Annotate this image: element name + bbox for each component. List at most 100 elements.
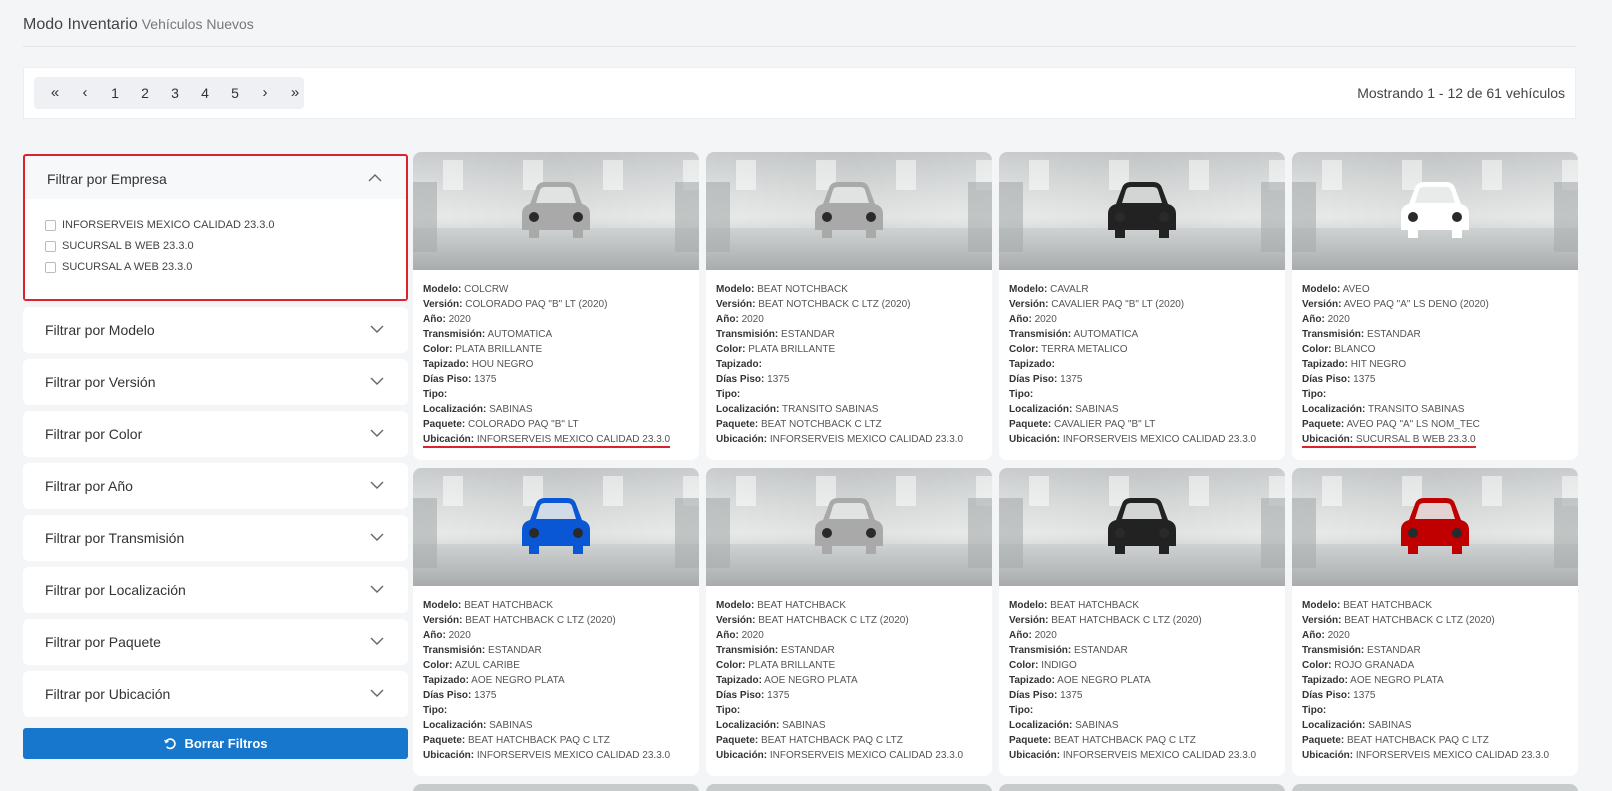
spec-paquete: Paquete: COLORADO PAQ "B" LT: [423, 417, 689, 432]
spec-tapizado: Tapizado:: [1009, 357, 1275, 372]
vehicle-specs: Modelo: BEAT HATCHBACK Versión: BEAT HATC…: [706, 586, 992, 763]
spec-modelo: Modelo: BEAT HATCHBACK: [1302, 598, 1568, 613]
filter-transmision[interactable]: Filtrar por Transmisión: [23, 515, 408, 561]
spec-anio: Año: 2020: [716, 628, 982, 643]
spec-transmision: Transmisión: ESTANDAR: [716, 327, 982, 342]
spec-label: Paquete:: [1009, 419, 1052, 430]
vehicle-specs: Modelo: BEAT NOTCHBACK Versión: BEAT NOTC…: [706, 270, 992, 447]
filter-ubicacion[interactable]: Filtrar por Ubicación: [23, 671, 408, 717]
spec-dias: Días Piso: 1375: [716, 372, 982, 387]
spec-value: INFORSERVEIS MEXICO CALIDAD 23.3.0: [1355, 750, 1550, 761]
prev-page-button[interactable]: ‹: [70, 77, 100, 109]
spec-value: COLORADO PAQ "B" LT: [468, 419, 579, 430]
spec-label: Localización:: [1009, 720, 1073, 731]
chevron-down-icon: [370, 533, 384, 541]
spec-label: Transmisión:: [1009, 329, 1072, 340]
first-page-button[interactable]: «: [40, 77, 70, 109]
vehicle-card[interactable]: Modelo: COLCRW Versión: COLORADO PAQ "B" …: [413, 152, 699, 460]
spec-label: Tipo:: [716, 705, 741, 716]
vehicle-card[interactable]: Modelo: BEAT HATCHBACK Versión: BEAT HATC…: [706, 468, 992, 776]
spec-label: Tipo:: [716, 389, 741, 400]
spec-anio: Año: 2020: [423, 628, 689, 643]
spec-label: Ubicación:: [1009, 750, 1061, 761]
spec-value: AVEO PAQ "A" LS DENO (2020): [1343, 299, 1489, 310]
spec-value: ROJO GRANADA: [1334, 660, 1415, 671]
spec-localizacion: Localización: TRANSITO SABINAS: [1302, 402, 1568, 417]
vehicle-card[interactable]: Modelo: BEAT NOTCHBACK Versión: BEAT NOTC…: [706, 152, 992, 460]
spec-label: Ubicación:: [1009, 434, 1061, 445]
spec-label: Tipo:: [1302, 389, 1327, 400]
spec-label: Localización:: [716, 404, 780, 415]
spec-tapizado: Tapizado: HIT NEGRO: [1302, 357, 1568, 372]
divider: [23, 46, 1576, 47]
filter-empresa: Filtrar por Empresa INFORSERVEIS MEXICO …: [23, 154, 408, 301]
spec-label: Tipo:: [1009, 705, 1034, 716]
spec-label: Color:: [1302, 660, 1332, 671]
filter-version[interactable]: Filtrar por Versión: [23, 359, 408, 405]
spec-label: Color:: [1009, 660, 1039, 671]
filter-anio[interactable]: Filtrar por Año: [23, 463, 408, 509]
filter-color[interactable]: Filtrar por Color: [23, 411, 408, 457]
spec-version: Versión: BEAT HATCHBACK C LTZ (2020): [1302, 613, 1568, 628]
vehicle-specs: Modelo: BEAT HATCHBACK Versión: BEAT HATC…: [999, 586, 1285, 763]
spec-label: Transmisión:: [716, 329, 779, 340]
checkbox[interactable]: [45, 240, 56, 252]
spec-value: 1375: [767, 374, 790, 385]
spec-paquete: Paquete: BEAT HATCHBACK PAQ C LTZ: [1302, 733, 1568, 748]
last-page-button[interactable]: »: [280, 77, 310, 109]
filter-localizacion[interactable]: Filtrar por Localización: [23, 567, 408, 613]
next-page-button[interactable]: ›: [250, 77, 280, 109]
spec-label: Año:: [716, 314, 739, 325]
checkbox[interactable]: [45, 261, 56, 273]
spec-label: Versión:: [1009, 299, 1049, 310]
spec-version: Versión: BEAT HATCHBACK C LTZ (2020): [423, 613, 689, 628]
spec-transmision: Transmisión: AUTOMATICA: [423, 327, 689, 342]
vehicle-card[interactable]: Modelo: CAVALR Versión: CAVALIER PAQ "B" …: [999, 152, 1285, 460]
spec-label: Transmisión:: [1009, 645, 1072, 656]
spec-anio: Año: 2020: [1302, 312, 1568, 327]
empresa-option[interactable]: SUCURSAL A WEB 23.3.0: [45, 261, 386, 273]
spec-value: SABINAS: [1075, 720, 1119, 731]
empresa-option-label: INFORSERVEIS MEXICO CALIDAD 23.3.0: [62, 219, 275, 231]
spec-ubicacion: Ubicación: INFORSERVEIS MEXICO CALIDAD 2…: [716, 748, 982, 763]
spec-modelo: Modelo: AVEO: [1302, 282, 1568, 297]
filter-empresa-header[interactable]: Filtrar por Empresa: [25, 156, 406, 199]
spec-value: PLATA BRILLANTE: [455, 344, 543, 355]
checkbox[interactable]: [45, 219, 56, 231]
vehicle-card[interactable]: Modelo: AVEO Versión: AVEO PAQ "A" LS DEN…: [1292, 152, 1578, 460]
page-1-button[interactable]: 1: [100, 77, 130, 109]
spec-label: Localización:: [1302, 404, 1366, 415]
clear-filters-button[interactable]: Borrar Filtros: [23, 728, 408, 759]
chevron-down-icon: [370, 429, 384, 437]
spec-label: Modelo:: [1302, 600, 1341, 611]
spec-label: Modelo:: [423, 284, 462, 295]
filter-modelo[interactable]: Filtrar por Modelo: [23, 307, 408, 353]
vehicle-card[interactable]: Modelo: BEAT HATCHBACK Versión: BEAT HATC…: [1292, 468, 1578, 776]
spec-transmision: Transmisión: ESTANDAR: [1302, 327, 1568, 342]
page-5-button[interactable]: 5: [220, 77, 250, 109]
car-icon: [1401, 498, 1469, 554]
spec-label: Color:: [716, 660, 746, 671]
vehicle-card[interactable]: Modelo: BEAT HATCHBACK Versión: BEAT HATC…: [413, 468, 699, 776]
spec-localizacion: Localización: SABINAS: [1009, 402, 1275, 417]
spec-label: Modelo:: [1009, 600, 1048, 611]
spec-value: BEAT NOTCHBACK C LTZ: [761, 419, 882, 430]
spec-value: CAVALR: [1050, 284, 1089, 295]
empresa-option[interactable]: INFORSERVEIS MEXICO CALIDAD 23.3.0: [45, 219, 386, 231]
chevron-down-icon: [370, 325, 384, 333]
spec-label: Versión:: [1009, 615, 1049, 626]
car-icon: [522, 182, 590, 238]
filter-paquete[interactable]: Filtrar por Paquete: [23, 619, 408, 665]
spec-label: Modelo:: [716, 600, 755, 611]
page-2-button[interactable]: 2: [130, 77, 160, 109]
empresa-option[interactable]: SUCURSAL B WEB 23.3.0: [45, 240, 386, 252]
page-4-button[interactable]: 4: [190, 77, 220, 109]
spec-label: Modelo:: [716, 284, 755, 295]
vehicle-card[interactable]: Modelo: BEAT HATCHBACK Versión: BEAT HATC…: [999, 468, 1285, 776]
spec-value: INFORSERVEIS MEXICO CALIDAD 23.3.0: [1062, 434, 1257, 445]
spec-transmision: Transmisión: ESTANDAR: [1009, 643, 1275, 658]
spec-value: INFORSERVEIS MEXICO CALIDAD 23.3.0: [476, 750, 671, 761]
page-3-button[interactable]: 3: [160, 77, 190, 109]
pagination-bar: « ‹ 1 2 3 4 5 › » Mostrando 1 - 12 de 61…: [23, 67, 1576, 119]
spec-color: Color: TERRA METALICO: [1009, 342, 1275, 357]
